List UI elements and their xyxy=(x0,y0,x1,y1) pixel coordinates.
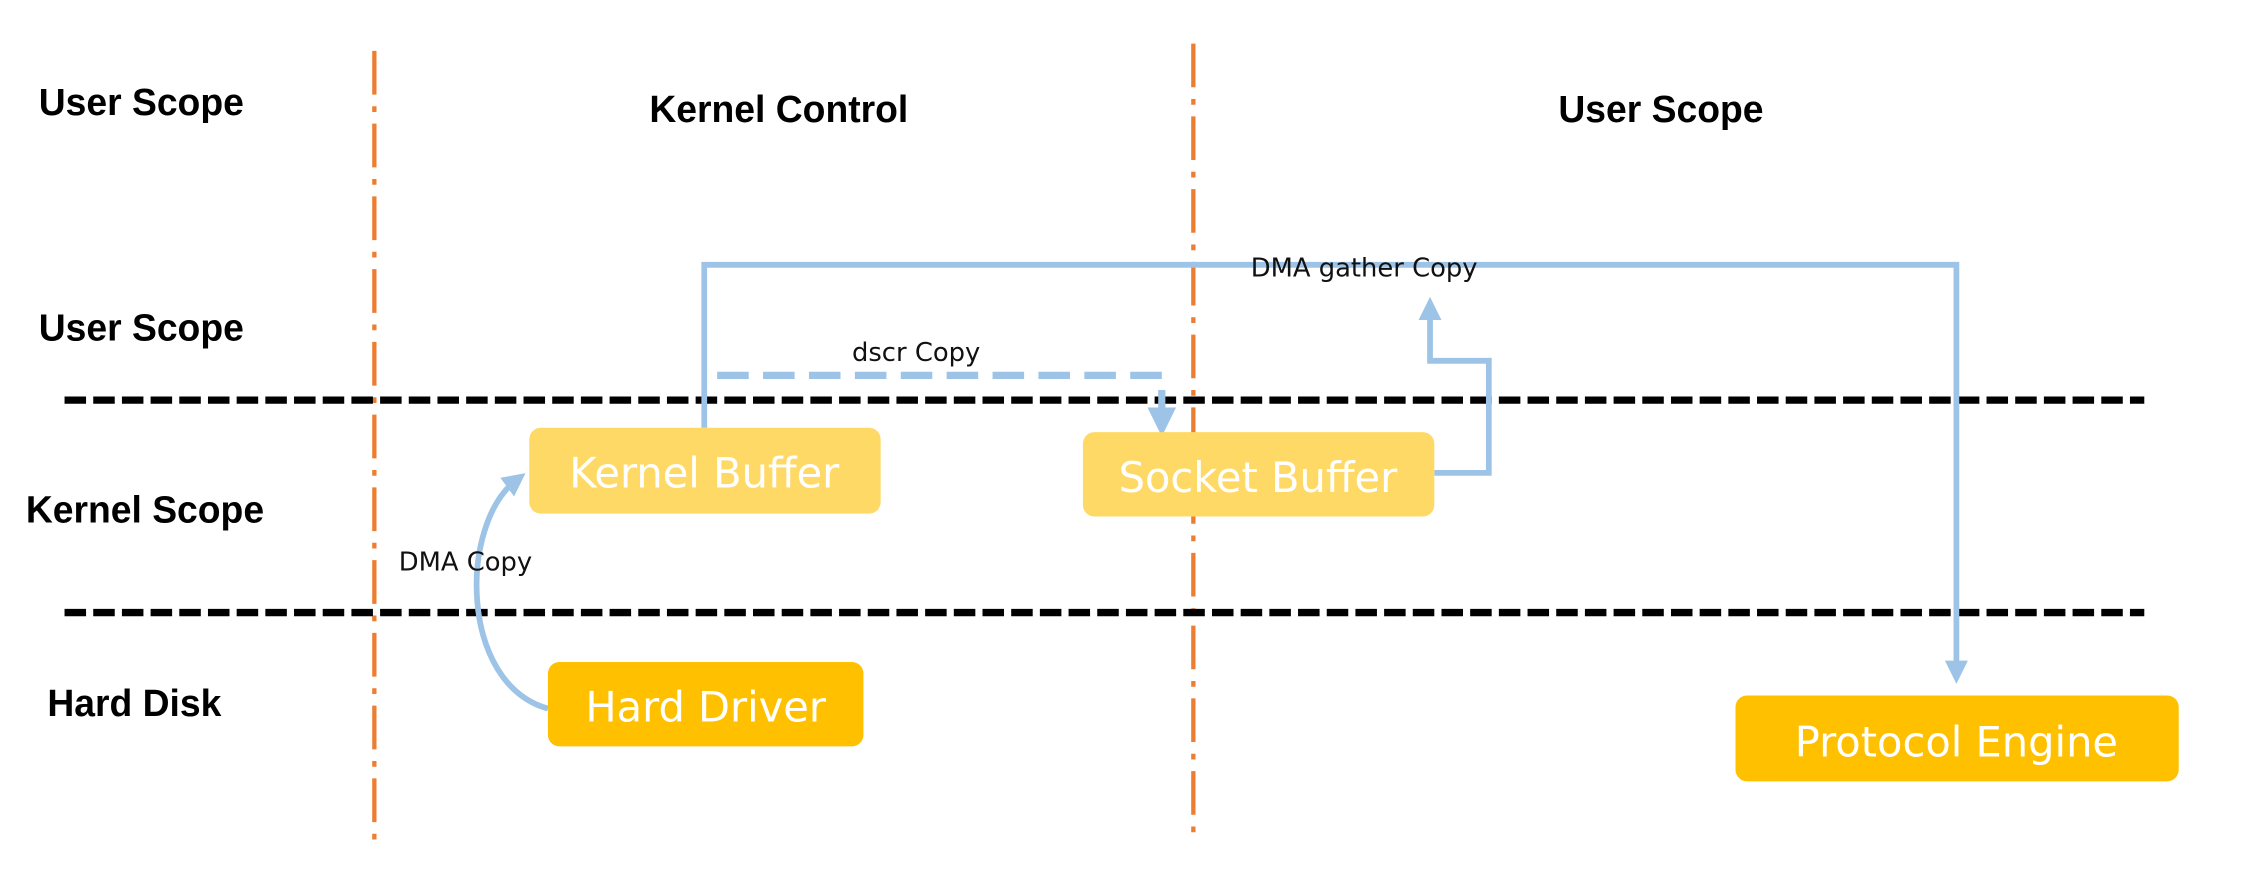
dma-copy-arrow xyxy=(473,473,549,712)
row-label-kernel-scope: Kernel Scope xyxy=(26,488,264,530)
node-label: Socket Buffer xyxy=(1119,453,1398,502)
row-label-hard-disk: Hard Disk xyxy=(47,682,221,724)
row-label-user-scope: User Scope xyxy=(39,306,244,348)
node-label: Hard Driver xyxy=(585,682,826,731)
column-header-user-scope: User Scope xyxy=(1558,88,1763,130)
zero-copy-diagram: User Scope User Scope Kernel Scope Hard … xyxy=(26,43,2179,841)
node-kernel-buffer: Kernel Buffer xyxy=(529,427,881,514)
row-label-user-scope-top: User Scope xyxy=(39,81,244,123)
socket-to-gather-arrow xyxy=(1418,296,1492,476)
edge-label-dscr-copy: dscr Copy xyxy=(852,338,980,368)
node-label: Kernel Buffer xyxy=(569,448,840,497)
node-socket-buffer: Socket Buffer xyxy=(1082,432,1435,517)
edge-label-dma-gather-copy: DMA gather Copy xyxy=(1251,253,1478,283)
edge-label-dma-copy: DMA Copy xyxy=(399,547,533,577)
node-hard-driver: Hard Driver xyxy=(547,662,864,747)
node-protocol-engine: Protocol Engine xyxy=(1735,695,2179,782)
node-label: Protocol Engine xyxy=(1795,717,2118,766)
column-header-kernel-control: Kernel Control xyxy=(649,88,908,130)
